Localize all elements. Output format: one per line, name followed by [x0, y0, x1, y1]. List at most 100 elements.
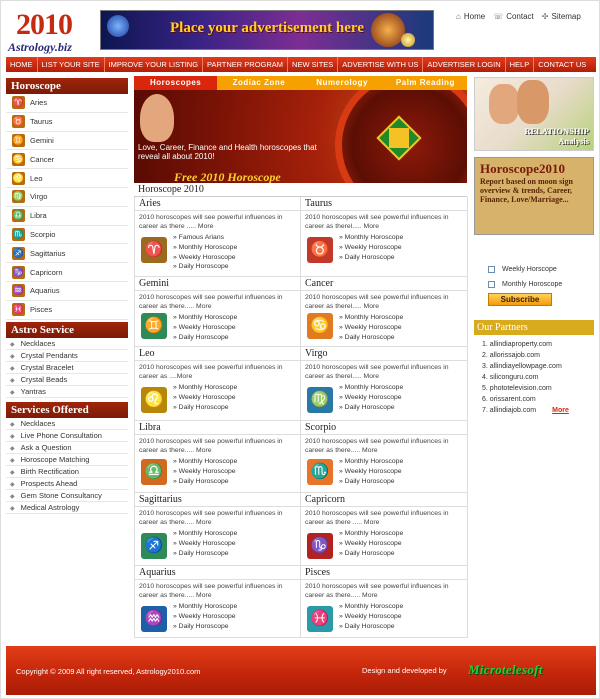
astro-item-crystal-bracelet[interactable]: ◆ Crystal Bracelet	[6, 362, 128, 374]
card-title[interactable]: Leo	[135, 347, 300, 361]
service-item-ask[interactable]: ◆ Ask a Question	[6, 442, 128, 454]
hero-banner[interactable]: Love, Career, Finance and Health horosco…	[134, 90, 467, 183]
daily-horoscope-link[interactable]: » Daily Horoscope	[339, 333, 403, 343]
tab-palm-reading[interactable]: Palm Reading	[384, 76, 467, 90]
weekly-horoscope-link[interactable]: » Weekly Horoscope	[339, 612, 403, 622]
monthly-horoscope-link[interactable]: » Monthly Horoscope	[173, 602, 237, 612]
subscribe-button[interactable]: Subscribe	[488, 293, 552, 306]
horoscope2010-banner[interactable]: Horoscope2010 Report based on moon sign …	[474, 157, 594, 235]
nav-advertise[interactable]: ADVERTISE WITH US	[338, 57, 424, 72]
astro-item-necklaces[interactable]: ◆ Necklaces	[6, 338, 128, 350]
weekly-horoscope-link[interactable]: » Weekly Horoscope	[173, 467, 237, 477]
service-item-prospects[interactable]: ◆ Prospects Ahead	[6, 478, 128, 490]
nav-new-sites[interactable]: NEW SITES	[288, 57, 339, 72]
sidebar-item-taurus[interactable]: ♉ Taurus	[6, 113, 128, 132]
tab-numerology[interactable]: Numerology	[301, 76, 384, 90]
daily-horoscope-link[interactable]: » Daily Horoscope	[339, 622, 403, 632]
monthly-option[interactable]: Monthly Horoscope	[488, 277, 594, 292]
tab-zodiac-zone[interactable]: Zodiac Zone	[217, 76, 300, 90]
card-title[interactable]: Virgo	[301, 347, 467, 361]
nav-home[interactable]: HOME	[6, 57, 38, 72]
weekly-checkbox[interactable]	[488, 266, 495, 273]
monthly-horoscope-link[interactable]: » Monthly Horoscope	[173, 529, 237, 539]
sidebar-item-sagittarius[interactable]: ♐ Sagittarius	[6, 244, 128, 264]
sidebar-item-aries[interactable]: ♈ Aries	[6, 94, 128, 113]
card-title[interactable]: Aries	[135, 197, 300, 211]
weekly-horoscope-link[interactable]: » Weekly Horoscope	[339, 243, 403, 253]
partner-link[interactable]: 1. allindiaproperty.com	[482, 339, 594, 350]
famous-arians-link[interactable]: » Famous Arians	[173, 233, 237, 243]
card-title[interactable]: Scorpio	[301, 421, 467, 435]
nav-partner-program[interactable]: PARTNER PROGRAM	[203, 57, 289, 72]
sidebar-item-cancer[interactable]: ♋ Cancer	[6, 150, 128, 170]
monthly-horoscope-link[interactable]: » Monthly Horoscope	[173, 457, 237, 467]
sidebar-item-pisces[interactable]: ♓ Pisces	[6, 301, 128, 320]
weekly-horoscope-link[interactable]: » Weekly Horoscope	[173, 323, 237, 333]
daily-horoscope-link[interactable]: » Daily Horoscope	[339, 549, 403, 559]
home-link[interactable]: ⌂ Home	[456, 12, 485, 21]
weekly-option[interactable]: Weekly Horscope	[488, 262, 594, 277]
daily-horoscope-link[interactable]: » Daily Horoscope	[173, 477, 237, 487]
partners-more-link[interactable]: More	[552, 407, 569, 414]
weekly-horoscope-link[interactable]: » Weekly Horoscope	[173, 393, 237, 403]
monthly-horoscope-link[interactable]: » Monthly Horoscope	[339, 457, 403, 467]
monthly-horoscope-link[interactable]: » Monthly Horoscope	[173, 243, 237, 253]
nav-advertiser-login[interactable]: ADVERTISER LOGIN	[423, 57, 506, 72]
daily-horoscope-link[interactable]: » Daily Horoscope	[339, 477, 403, 487]
site-logo[interactable]: 2010 Astrology.biz	[6, 8, 92, 54]
daily-horoscope-link[interactable]: » Daily Horoscope	[173, 403, 237, 413]
weekly-horoscope-link[interactable]: » Weekly Horoscope	[173, 539, 237, 549]
daily-horoscope-link[interactable]: » Daily Horoscope	[339, 403, 403, 413]
card-title[interactable]: Capricorn	[301, 493, 467, 507]
weekly-horoscope-link[interactable]: » Weekly Horoscope	[173, 253, 237, 263]
monthly-checkbox[interactable]	[488, 281, 495, 288]
service-item-gemstone[interactable]: ◆ Gem Stone Consultancy	[6, 490, 128, 502]
sidebar-item-aquarius[interactable]: ♒ Aquarius	[6, 282, 128, 301]
sidebar-item-libra[interactable]: ♎ Libra	[6, 207, 128, 226]
sidebar-item-capricorn[interactable]: ♑ Capricorn	[6, 263, 128, 282]
astro-item-yantras[interactable]: ◆ Yantras	[6, 386, 128, 398]
service-item-phone[interactable]: ◆ Live Phone Consultation	[6, 430, 128, 442]
weekly-horoscope-link[interactable]: » Weekly Horoscope	[173, 612, 237, 622]
card-title[interactable]: Taurus	[301, 197, 467, 211]
service-item-necklaces[interactable]: ◆ Necklaces	[6, 418, 128, 430]
sitemap-link[interactable]: ✣ Sitemap	[542, 12, 581, 21]
astro-item-crystal-beads[interactable]: ◆ Crystal Beads	[6, 374, 128, 386]
weekly-horoscope-link[interactable]: » Weekly Horoscope	[339, 539, 403, 549]
monthly-horoscope-link[interactable]: » Monthly Horoscope	[173, 383, 237, 393]
monthly-horoscope-link[interactable]: » Monthly Horoscope	[173, 313, 237, 323]
service-item-medical[interactable]: ◆ Medical Astrology	[6, 502, 128, 514]
partner-link[interactable]: 5. phototelevision.com	[482, 383, 594, 394]
service-item-matching[interactable]: ◆ Horoscope Matching	[6, 454, 128, 466]
card-title[interactable]: Sagittarius	[135, 493, 300, 507]
tab-horoscopes[interactable]: Horoscopes	[134, 76, 218, 90]
daily-horoscope-link[interactable]: » Daily Horoscope	[173, 333, 237, 343]
monthly-horoscope-link[interactable]: » Monthly Horoscope	[339, 233, 403, 243]
monthly-horoscope-link[interactable]: » Monthly Horoscope	[339, 313, 403, 323]
daily-horoscope-link[interactable]: » Daily Horoscope	[173, 622, 237, 632]
partner-link[interactable]: 3. allindiayellowpage.com	[482, 361, 594, 372]
monthly-horoscope-link[interactable]: » Monthly Horoscope	[339, 602, 403, 612]
sidebar-item-virgo[interactable]: ♍ Virgo	[6, 188, 128, 207]
contact-link[interactable]: ☏ Contact	[493, 12, 534, 21]
partner-link[interactable]: 2. allorissajob.com	[482, 350, 594, 361]
weekly-horoscope-link[interactable]: » Weekly Horoscope	[339, 393, 403, 403]
nav-contact-us[interactable]: CONTACT US	[534, 57, 590, 72]
weekly-horoscope-link[interactable]: » Weekly Horoscope	[339, 467, 403, 477]
sidebar-item-gemini[interactable]: ♊ Gemini	[6, 132, 128, 151]
daily-horoscope-link[interactable]: » Daily Horoscope	[339, 253, 403, 263]
card-title[interactable]: Aquarius	[135, 566, 300, 580]
card-title[interactable]: Libra	[135, 421, 300, 435]
weekly-horoscope-link[interactable]: » Weekly Horoscope	[339, 323, 403, 333]
nav-help[interactable]: HELP	[506, 57, 535, 72]
partner-link[interactable]: 6. orissarent.com	[482, 394, 594, 405]
astro-item-crystal-pendants[interactable]: ◆ Crystal Pendants	[6, 350, 128, 362]
daily-horoscope-link[interactable]: » Daily Horoscope	[173, 262, 237, 272]
card-title[interactable]: Pisces	[301, 566, 467, 580]
partner-link[interactable]: 7. allindiajob.com More	[482, 405, 594, 416]
monthly-horoscope-link[interactable]: » Monthly Horoscope	[339, 383, 403, 393]
daily-horoscope-link[interactable]: » Daily Horoscope	[173, 549, 237, 559]
developer-logo[interactable]: Microtelesoft	[468, 662, 543, 678]
service-item-rectification[interactable]: ◆ Birth Rectification	[6, 466, 128, 478]
partner-link[interactable]: 4. siliconguru.com	[482, 372, 594, 383]
